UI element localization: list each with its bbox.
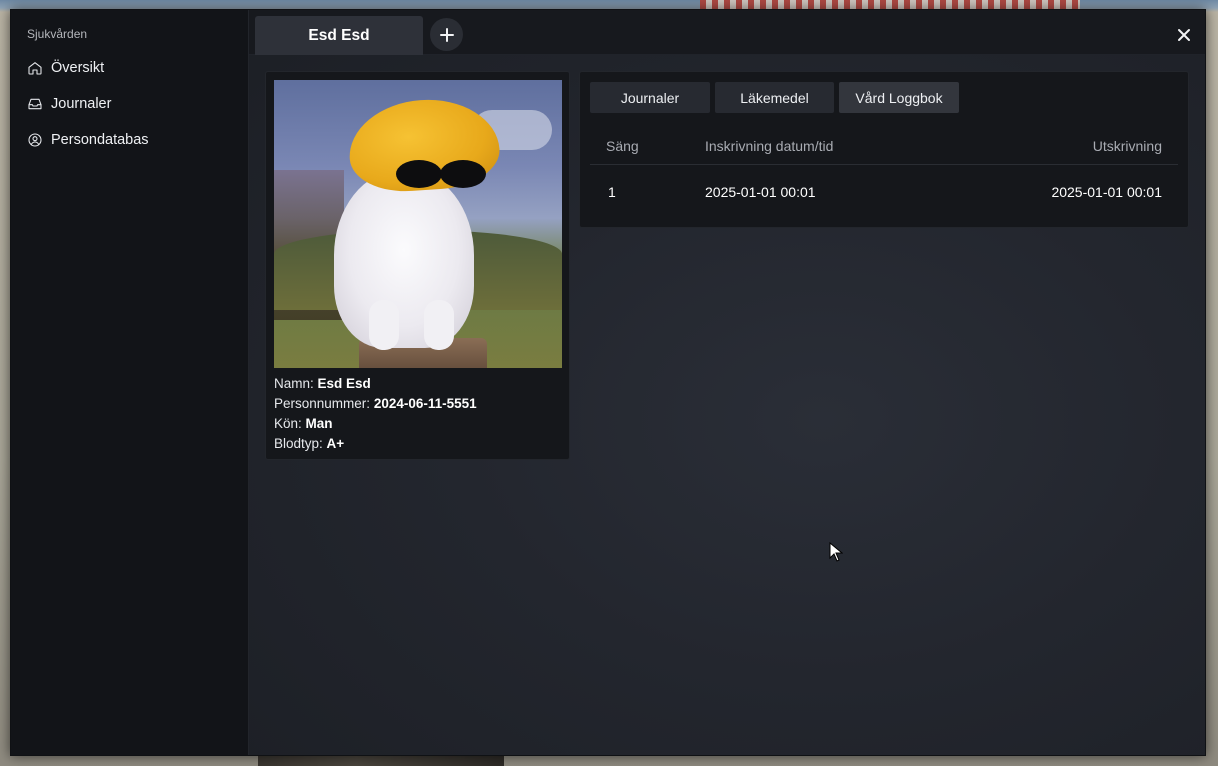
sidebar-item-persondatabas[interactable]: Persondatabas (11, 122, 248, 158)
patient-profile-card: Namn: Esd Esd Personnummer: 2024-06-11-5… (265, 71, 570, 460)
field-label: Personnummer: (274, 396, 371, 411)
plus-icon (439, 27, 454, 42)
field-label: Namn: (274, 376, 314, 391)
patient-photo (274, 80, 562, 368)
patient-gender: Man (305, 416, 333, 431)
cell-sang: 1 (608, 184, 616, 200)
tab-bar: Esd Esd (249, 10, 1205, 55)
patient-personnummer-row: Personnummer: 2024-06-11-5551 (274, 394, 561, 414)
sidebar-item-label: Persondatabas (51, 132, 149, 148)
field-label: Blodtyp: (274, 436, 323, 451)
patient-name-row: Namn: Esd Esd (274, 374, 561, 394)
close-icon (1178, 29, 1190, 41)
patient-name: Esd Esd (317, 376, 371, 391)
sidebar-item-journaler[interactable]: Journaler (11, 86, 248, 122)
sidebar-item-label: Journaler (51, 96, 112, 112)
tab-patient[interactable]: Esd Esd (255, 16, 423, 55)
patient-bloodtype-row: Blodtyp: A+ (274, 434, 561, 454)
field-label: Kön: (274, 416, 302, 431)
cell-inskrivning: 2025-01-01 00:01 (705, 184, 816, 200)
add-tab-button[interactable] (430, 18, 463, 51)
sidebar: Sjukvården Översikt Journaler Persondata… (11, 10, 249, 755)
patient-personnummer: 2024-06-11-5551 (373, 396, 477, 411)
cell-utskrivning: 2025-01-01 00:01 (1051, 184, 1162, 200)
user-circle-icon (27, 132, 43, 148)
medical-app-window: Sjukvården Översikt Journaler Persondata… (10, 9, 1206, 756)
patient-bloodtype: A+ (326, 436, 345, 451)
column-header-inskrivning: Inskrivning datum/tid (705, 137, 834, 154)
sidebar-item-oversikt[interactable]: Översikt (11, 50, 248, 86)
patient-info: Namn: Esd Esd Personnummer: 2024-06-11-5… (274, 368, 561, 454)
main-content: Esd Esd Namn: Esd Esd Personnummer: 2024… (249, 10, 1205, 755)
close-button[interactable] (1173, 24, 1195, 46)
table-row[interactable]: 1 2025-01-01 00:01 2025-01-01 00:01 (590, 165, 1178, 219)
patient-gender-row: Kön: Man (274, 414, 561, 434)
tab-vard-loggbok[interactable]: Vård Loggbok (839, 82, 959, 113)
sidebar-title: Sjukvården (27, 27, 88, 41)
column-header-utskrivning: Utskrivning (1092, 137, 1162, 154)
records-panel: Journaler Läkemedel Vård Loggbok Säng In… (579, 71, 1189, 228)
sidebar-item-label: Översikt (51, 60, 105, 76)
inbox-icon (27, 96, 43, 112)
tab-lakemedel[interactable]: Läkemedel (715, 82, 834, 113)
column-header-sang: Säng (606, 137, 639, 154)
table-header: Säng Inskrivning datum/tid Utskrivning (590, 127, 1178, 165)
mouse-pointer-icon (829, 542, 843, 562)
tab-journaler[interactable]: Journaler (590, 82, 710, 113)
home-icon (27, 60, 43, 76)
